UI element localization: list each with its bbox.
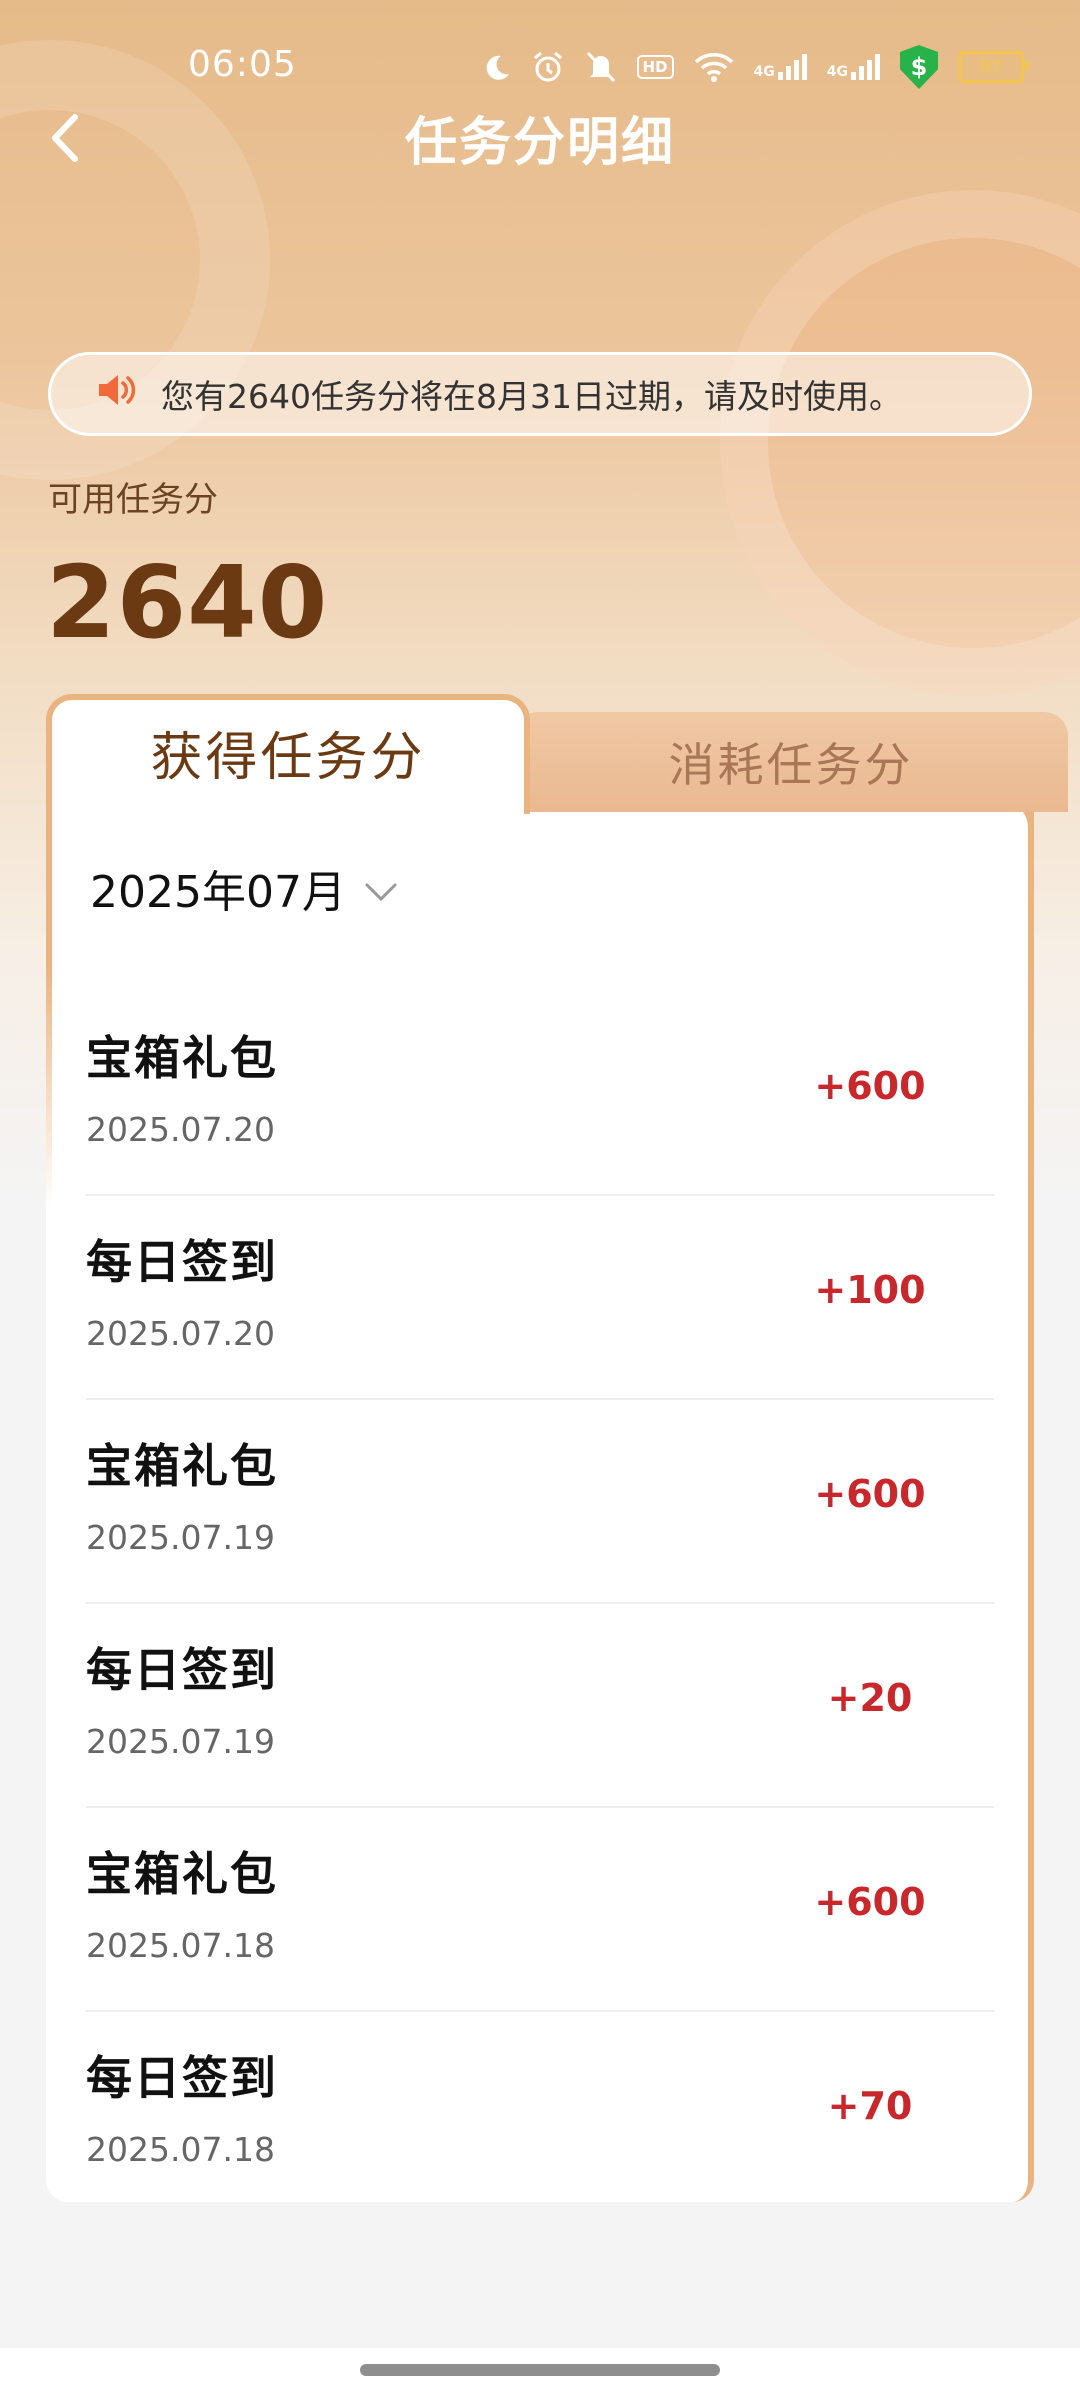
record-points: +600 [814,1472,926,1516]
tab-bar: 消耗任务分 获得任务分 [46,694,1068,814]
list-item[interactable]: 宝箱礼包 2025.07.18 +600 [86,1808,994,2012]
list-item[interactable]: 宝箱礼包 2025.07.20 +600 [86,992,994,1196]
wifi-icon [694,51,734,83]
record-points: +600 [814,1064,926,1108]
record-date: 2025.07.20 [86,1110,275,1149]
record-date: 2025.07.18 [86,2130,275,2169]
list-item[interactable]: 每日签到 2025.07.19 +20 [86,1604,994,1808]
security-shield-icon: $ [900,45,938,89]
record-points: +70 [827,2084,913,2128]
month-selector[interactable]: 2025年07月 [90,856,398,920]
record-date: 2025.07.19 [86,1722,275,1761]
record-points: +20 [827,1676,913,1720]
expiry-notice: 您有2640任务分将在8月31日过期，请及时使用。 [48,352,1032,436]
balance-label: 可用任务分 [48,480,218,520]
status-time: 06:05 [188,44,297,85]
page-title: 任务分明细 [404,113,675,173]
record-points: +100 [814,1268,926,1312]
hd-icon: HD [636,55,674,79]
speaker-icon [97,373,137,415]
signal-type-2: 4G [826,64,848,80]
moon-icon [481,52,511,82]
month-label: 2025年07月 [90,867,346,918]
status-icons: HD 4G 4G $ 97 [481,44,1029,90]
chevron-down-icon [364,863,398,914]
signal-type: 4G [753,64,775,80]
list-item[interactable]: 每日签到 2025.07.18 +70 [86,2012,994,2216]
battery-icon: 97 [958,51,1029,83]
cellular-signal-icon-2: 4G [827,54,880,80]
record-title: 每日签到 [86,1235,278,1289]
record-points: +600 [814,1880,926,1924]
record-title: 宝箱礼包 [86,1031,278,1085]
tab-earned-points[interactable]: 获得任务分 [46,694,530,814]
balance-value: 2640 [46,544,329,661]
record-title: 宝箱礼包 [86,1847,278,1901]
record-title: 每日签到 [86,1643,278,1697]
record-title: 宝箱礼包 [86,1439,278,1493]
mute-icon [585,50,617,84]
cellular-signal-icon: 4G [754,54,807,80]
list-item[interactable]: 宝箱礼包 2025.07.19 +600 [86,1400,994,1604]
decorative-circle [720,190,1080,696]
record-title: 每日签到 [86,2051,278,2105]
alarm-icon [531,50,565,84]
list-item[interactable]: 每日签到 2025.07.20 +100 [86,1196,994,1400]
home-indicator[interactable] [360,2364,720,2376]
record-date: 2025.07.19 [86,1518,275,1557]
records-list: 宝箱礼包 2025.07.20 +600 每日签到 2025.07.20 +10… [86,992,994,2216]
record-date: 2025.07.20 [86,1314,275,1353]
record-date: 2025.07.18 [86,1926,275,1965]
notice-text: 您有2640任务分将在8月31日过期，请及时使用。 [161,377,902,416]
tab-consumed-points[interactable]: 消耗任务分 [514,712,1068,812]
